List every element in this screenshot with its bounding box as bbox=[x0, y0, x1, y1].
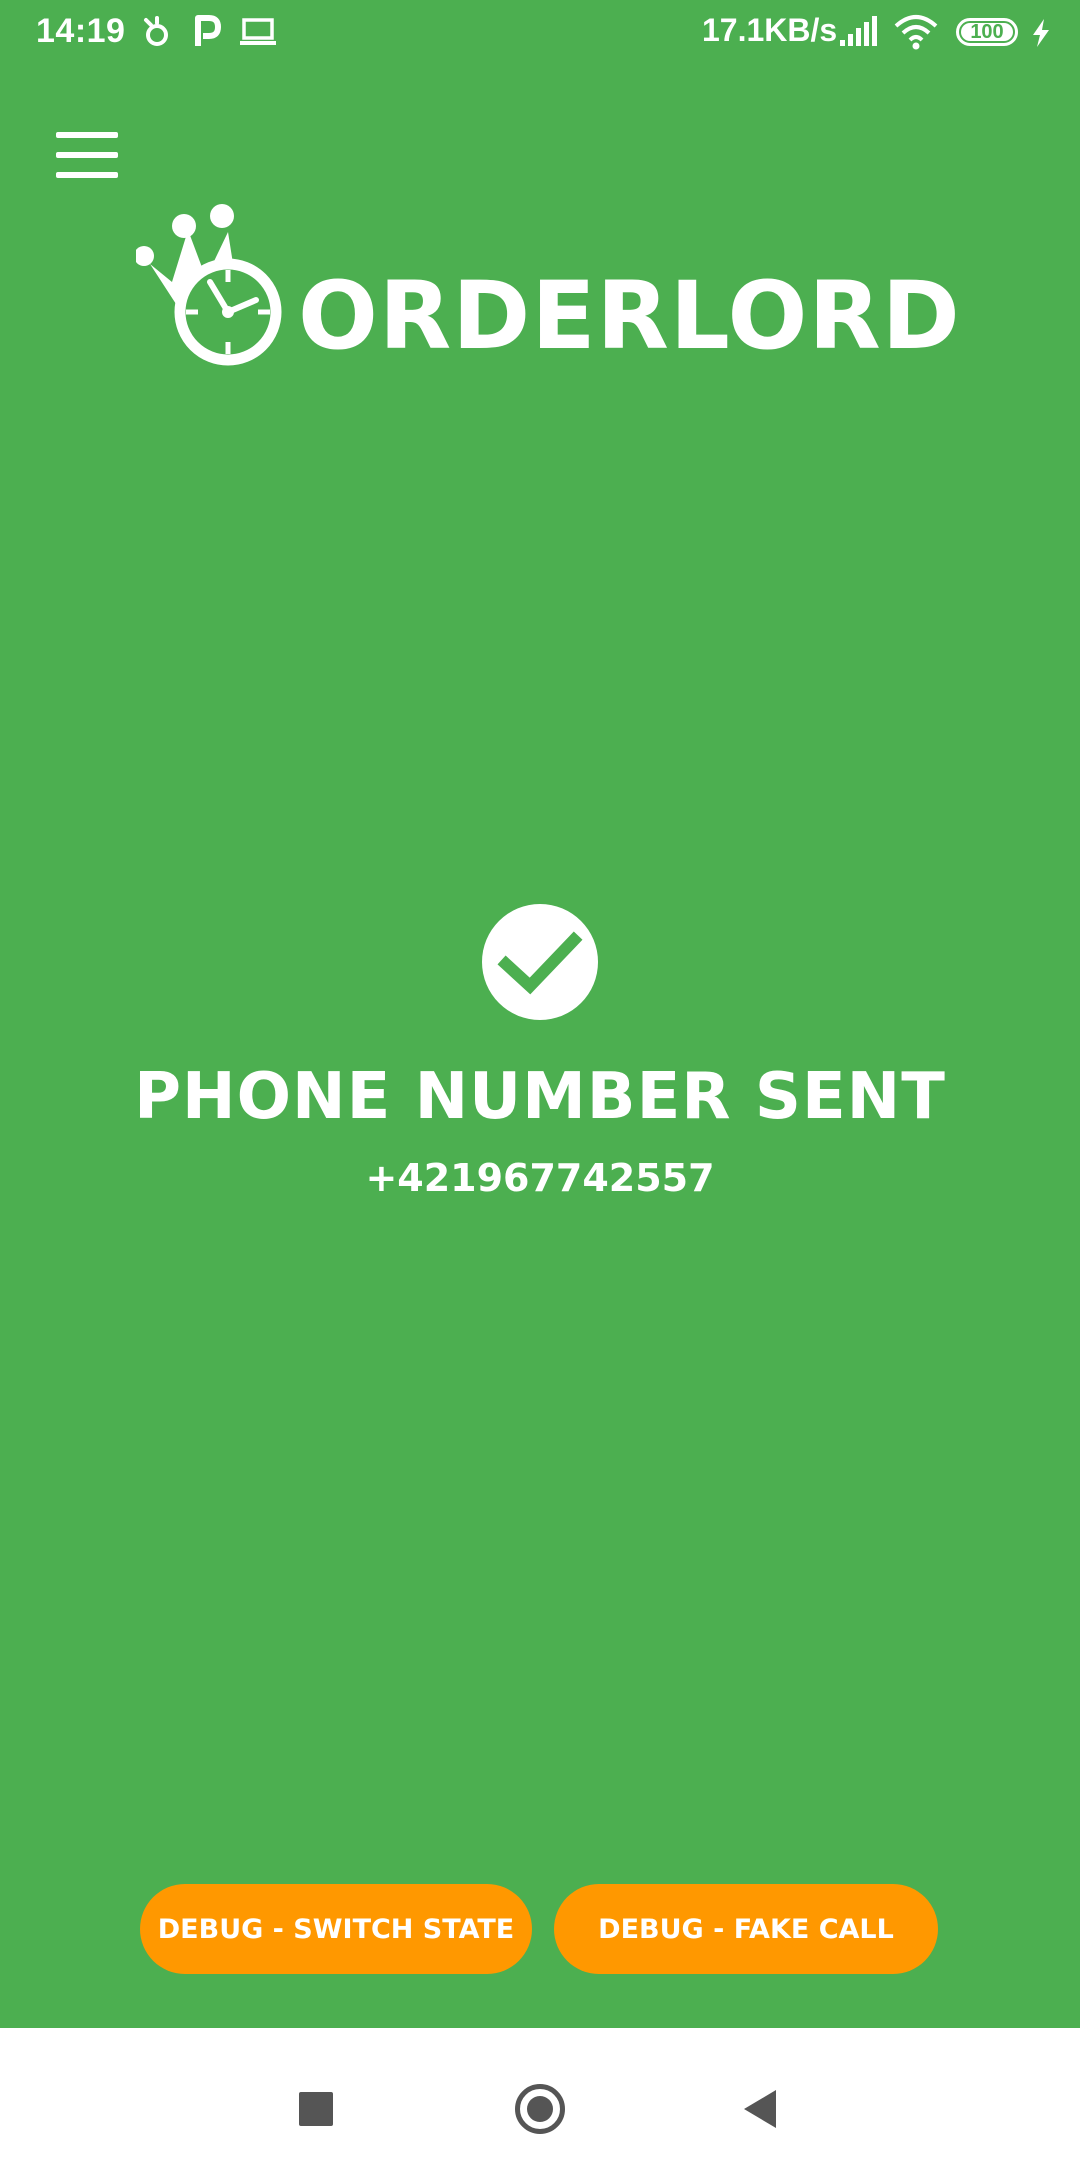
crown-clock-icon bbox=[136, 204, 282, 366]
charging-icon bbox=[1030, 18, 1052, 53]
wifi-icon bbox=[894, 14, 938, 55]
home-icon[interactable] bbox=[515, 2084, 565, 2134]
hamburger-menu-icon[interactable] bbox=[50, 128, 126, 184]
orderlord-logo: ORDERLORD bbox=[136, 200, 960, 380]
app-screen: 14:19 17.1KB/s 100 ORDERLORD PHONE NUMBE… bbox=[0, 0, 1080, 2028]
battery-icon: 100 bbox=[956, 18, 1018, 46]
battery-level: 100 bbox=[970, 20, 1004, 43]
recents-icon[interactable] bbox=[299, 2092, 333, 2126]
phone-number: +421967742557 bbox=[365, 1156, 715, 1200]
alarm-icon bbox=[140, 14, 174, 55]
status-bar: 14:19 17.1KB/s 100 bbox=[0, 0, 1080, 66]
debug-fake-call-button[interactable]: DEBUG - FAKE CALL bbox=[554, 1884, 938, 1974]
navigation-bar bbox=[0, 2028, 1080, 2160]
check-icon bbox=[482, 904, 598, 1020]
signal-icon bbox=[838, 14, 880, 53]
back-icon[interactable] bbox=[744, 2090, 776, 2128]
laptop-icon bbox=[238, 14, 278, 55]
network-speed: 17.1KB/s bbox=[702, 12, 838, 48]
debug-switch-state-button[interactable]: DEBUG - SWITCH STATE bbox=[140, 1884, 532, 1974]
logo-text: ORDERLORD bbox=[298, 262, 961, 371]
parking-icon bbox=[192, 14, 222, 55]
status-time: 14:19 bbox=[36, 12, 126, 50]
status-title: PHONE NUMBER SENT bbox=[134, 1060, 946, 1134]
